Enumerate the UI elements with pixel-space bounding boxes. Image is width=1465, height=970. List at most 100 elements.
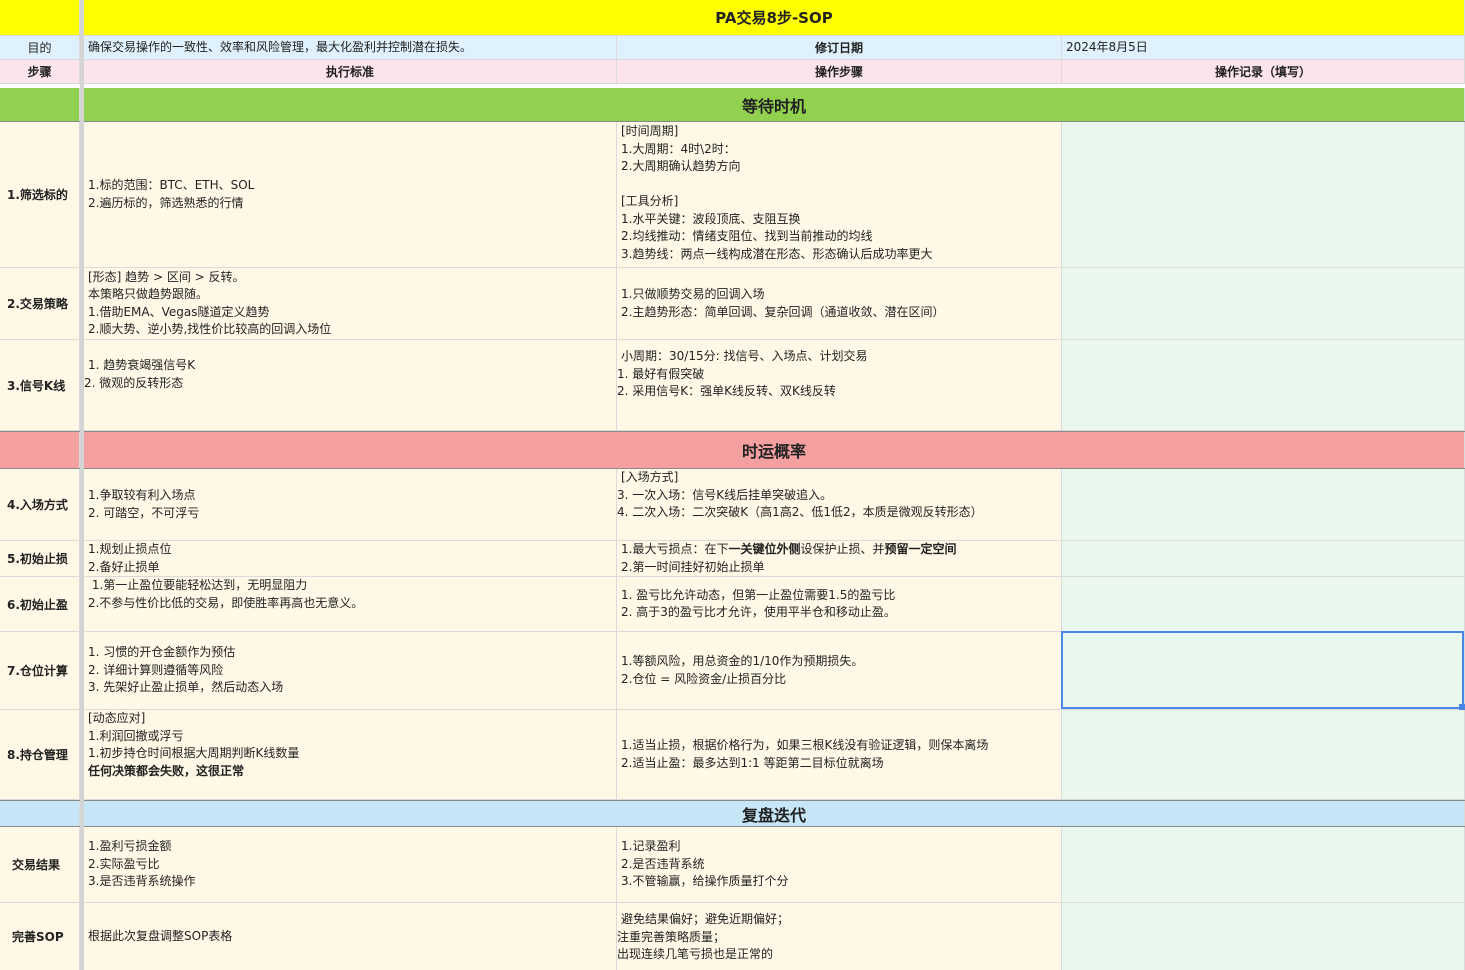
column-header-operation-text: 操作步骤 <box>814 65 863 79</box>
frozen-column-divider[interactable] <box>80 0 84 970</box>
record-cell[interactable] <box>1062 122 1465 267</box>
standard-cell[interactable]: 1.争取较有利入场点 2. 可踏空，不可浮亏 <box>84 469 617 540</box>
section-wait-row: 等待时机 <box>0 88 1465 122</box>
step-name-cell[interactable]: 3.信号K线 <box>0 340 80 430</box>
operation-cell[interactable]: 小周期：30/15分: 找信号、入场点、计划交易 1. 最好有假突破 2. 采用… <box>617 340 1062 430</box>
record-cell[interactable] <box>1062 577 1465 631</box>
section-review-text: 复盘迭代 <box>741 805 806 825</box>
operation-text: 1.只做顺势交易的回调入场 2.主趋势形态：简单回调、复杂回调（通道收敛、潜在区… <box>621 287 945 319</box>
operation-cell[interactable]: 1.记录盈利 2.是否违背系统 3.不管输赢，给操作质量打个分 <box>617 827 1062 902</box>
section-prob-text: 时运概率 <box>741 442 806 461</box>
operation-cell[interactable]: 避免结果偏好；避免近期偏好； 注重完善策略质量； 出现连续几笔亏损也是正常的 <box>617 903 1062 970</box>
standard-cell[interactable]: 1.规划止损点位 2.备好止损单 <box>84 541 617 576</box>
operation-text: 1.记录盈利 2.是否违背系统 3.不管输赢，给操作质量打个分 <box>621 839 789 889</box>
column-header-standard[interactable]: 执行标准 <box>84 60 617 83</box>
step-name: 交易结果 <box>12 858 61 872</box>
column-header-standard-text: 执行标准 <box>325 65 374 79</box>
revision-label-cell[interactable]: 修订日期 <box>617 36 1062 59</box>
operation-cell[interactable]: 1.适当止损，根据价格行为，如果三根K线没有验证逻辑，则保本离场 2.适当止盈：… <box>617 710 1062 799</box>
fill-handle[interactable] <box>1459 704 1465 710</box>
standard-bold-text: 任何决策都会失败，这很正常 <box>88 763 245 778</box>
step-row-5: 5.初始止损 1.规划止损点位 2.备好止损单 1.最大亏损点：在下一关键位外侧… <box>0 541 1465 577</box>
operation-cell[interactable]: 1.只做顺势交易的回调入场 2.主趋势形态：简单回调、复杂回调（通道收敛、潜在区… <box>617 268 1062 339</box>
section-review-title[interactable]: 复盘迭代 <box>84 801 1465 826</box>
column-header-operation[interactable]: 操作步骤 <box>617 60 1062 83</box>
operation-cell[interactable]: 1. 盈亏比允许动态，但第一止盈位需要1.5的盈亏比 2. 高于3的盈亏比才允许… <box>617 577 1062 631</box>
operation-text: 1. 盈亏比允许动态，但第一止盈位需要1.5的盈亏比 2. 高于3的盈亏比才允许… <box>621 587 896 620</box>
step-name-cell[interactable]: 5.初始止损 <box>0 541 80 576</box>
standard-text: 1.争取较有利入场点 2. 可踏空，不可浮亏 <box>88 488 200 520</box>
standard-text: 1.盈利亏损金额 2.实际盈亏比 3.是否违背系统操作 <box>88 839 196 889</box>
operation-part-d: 预留一定空间 <box>884 542 957 556</box>
step-name: 6.初始止盈 <box>7 597 68 612</box>
section-review-row: 复盘迭代 <box>0 800 1465 827</box>
step-name-cell[interactable]: 2.交易策略 <box>0 268 80 339</box>
step-row-9: 交易结果 1.盈利亏损金额 2.实际盈亏比 3.是否违背系统操作 1.记录盈利 … <box>0 827 1465 903</box>
step-name-cell[interactable]: 交易结果 <box>0 827 80 902</box>
record-cell[interactable] <box>1062 827 1465 902</box>
step-name: 完善SOP <box>12 930 64 944</box>
spreadsheet: PA交易8步-SOP 目的 确保交易操作的一致性、效率和风险管理，最大化盈利并控… <box>0 0 1465 970</box>
standard-text: [形态] 趋势 > 区间 > 反转。 本策略只做趋势跟随。 1.借助EMA、Ve… <box>88 269 332 337</box>
purpose-text-cell[interactable]: 确保交易操作的一致性、效率和风险管理，最大化盈利并控制潜在损失。 <box>84 36 617 59</box>
record-cell[interactable] <box>1062 268 1465 339</box>
section-prob-title[interactable]: 时运概率 <box>84 432 1465 468</box>
record-cell[interactable] <box>1062 903 1465 970</box>
purpose-row: 目的 确保交易操作的一致性、效率和风险管理，最大化盈利并控制潜在损失。 修订日期… <box>0 36 1465 60</box>
standard-text: 1.标的范围：BTC、ETH、SOL 2.遍历标的，筛选熟悉的行情 <box>88 178 255 210</box>
sheet-title[interactable]: PA交易8步-SOP <box>84 0 1465 35</box>
operation-cell[interactable]: [入场方式] 3. 一次入场：信号K线后挂单突破追入。 4. 二次入场：二次突破… <box>617 469 1062 540</box>
operation-cell[interactable]: 1.最大亏损点：在下一关键位外侧设保护止损、并预留一定空间 2.第一时间挂好初始… <box>617 541 1062 576</box>
standard-cell[interactable]: 根据此次复盘调整SOP表格 <box>84 903 617 970</box>
section-review-left-cell[interactable] <box>0 801 80 826</box>
section-wait-left-cell[interactable] <box>0 88 80 121</box>
standard-cell[interactable]: 1. 趋势衰竭强信号K 2. 微观的反转形态 <box>84 340 617 430</box>
step-name: 7.仓位计算 <box>7 664 68 678</box>
standard-cell[interactable]: 1.第一止盈位要能轻松达到，无明显阻力 2.不参与性价比低的交易，即使胜率再高也… <box>84 577 617 631</box>
standard-cell[interactable]: [形态] 趋势 > 区间 > 反转。 本策略只做趋势跟随。 1.借助EMA、Ve… <box>84 268 617 339</box>
operation-text: [时间周期] 1.大周期：4时\2时： 2.大周期确认趋势方向 [工具分析] 1… <box>621 124 933 261</box>
step-name: 2.交易策略 <box>7 297 68 311</box>
section-wait-title[interactable]: 等待时机 <box>84 88 1465 121</box>
step-name-cell[interactable]: 完善SOP <box>0 903 80 970</box>
standard-text: 1. 习惯的开仓金额作为预估 2. 详细计算则遵循等风险 3. 先架好止盈止损单… <box>88 645 284 695</box>
step-name-cell[interactable]: 7.仓位计算 <box>0 632 80 709</box>
column-header-record[interactable]: 操作记录（填写） <box>1062 60 1465 83</box>
column-header-step[interactable]: 步骤 <box>0 60 80 83</box>
step-row-2: 2.交易策略 [形态] 趋势 > 区间 > 反转。 本策略只做趋势跟随。 1.借… <box>0 268 1465 340</box>
purpose-label-cell[interactable]: 目的 <box>0 36 80 59</box>
record-cell[interactable] <box>1062 710 1465 799</box>
record-cell[interactable] <box>1062 541 1465 576</box>
column-header-step-text: 步骤 <box>27 65 52 79</box>
title-row-header-cell[interactable] <box>0 0 80 35</box>
standard-cell[interactable]: 1.盈利亏损金额 2.实际盈亏比 3.是否违背系统操作 <box>84 827 617 902</box>
operation-cell[interactable]: [时间周期] 1.大周期：4时\2时： 2.大周期确认趋势方向 [工具分析] 1… <box>617 122 1062 267</box>
step-row-4: 4.入场方式 1.争取较有利入场点 2. 可踏空，不可浮亏 [入场方式] 3. … <box>0 469 1465 541</box>
operation-text: 1.等额风险，用总资金的1/10作为预期损失。 2.仓位 = 风险资金/止损百分… <box>621 654 864 686</box>
revision-date: 2024年8月5日 <box>1066 39 1148 54</box>
record-cell[interactable] <box>1062 469 1465 540</box>
sheet-title-text: PA交易8步-SOP <box>715 9 833 27</box>
step-name-cell[interactable]: 8.持仓管理 <box>0 710 80 799</box>
operation-text: 小周期：30/15分: 找信号、入场点、计划交易 1. 最好有假突破 2. 采用… <box>617 349 868 398</box>
step-name-cell[interactable]: 6.初始止盈 <box>0 577 80 631</box>
record-cell[interactable] <box>1062 340 1465 430</box>
revision-date-cell[interactable]: 2024年8月5日 <box>1062 36 1465 59</box>
operation-line-1: 1.最大亏损点：在下一关键位外侧设保护止损、并预留一定空间 <box>617 541 1061 559</box>
revision-label: 修订日期 <box>814 41 863 55</box>
standard-cell[interactable]: 1. 习惯的开仓金额作为预估 2. 详细计算则遵循等风险 3. 先架好止盈止损单… <box>84 632 617 709</box>
operation-cell[interactable]: 1.等额风险，用总资金的1/10作为预期损失。 2.仓位 = 风险资金/止损百分… <box>617 632 1062 709</box>
standard-cell[interactable]: 1.标的范围：BTC、ETH、SOL 2.遍历标的，筛选熟悉的行情 <box>84 122 617 267</box>
title-row: PA交易8步-SOP <box>0 0 1465 36</box>
step-name: 5.初始止损 <box>7 552 68 566</box>
standard-text: [动态应对] 1.利润回撤或浮亏 1.初步持仓时间根据大周期判断K线数量 <box>88 711 300 760</box>
selected-cell-outline <box>1061 631 1464 709</box>
step-name-cell[interactable]: 1.筛选标的 <box>0 122 80 267</box>
section-prob-left-cell[interactable] <box>0 432 80 468</box>
step-name-cell[interactable]: 4.入场方式 <box>0 469 80 540</box>
step-name: 3.信号K线 <box>7 378 66 393</box>
standard-cell[interactable]: [动态应对] 1.利润回撤或浮亏 1.初步持仓时间根据大周期判断K线数量 任何决… <box>84 710 617 799</box>
column-header-row: 步骤 执行标准 操作步骤 操作记录（填写） <box>0 60 1465 84</box>
standard-text: 1. 趋势衰竭强信号K 2. 微观的反转形态 <box>84 358 196 390</box>
step-row-8: 8.持仓管理 [动态应对] 1.利润回撤或浮亏 1.初步持仓时间根据大周期判断K… <box>0 710 1465 800</box>
